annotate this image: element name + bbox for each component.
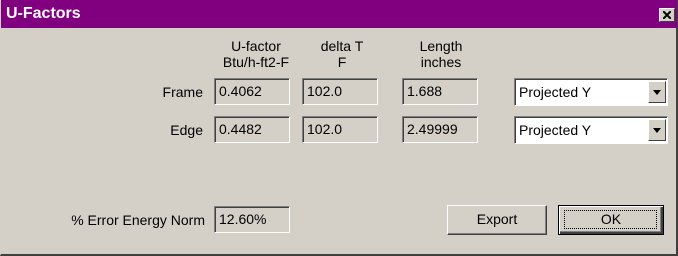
focus-ring	[564, 210, 657, 229]
close-button[interactable]	[659, 8, 675, 22]
edge-projection-select[interactable]: Projected Y	[514, 116, 668, 144]
frame-projection-select[interactable]: Projected Y	[514, 78, 668, 106]
edge-ufactor-field: 0.4482	[214, 116, 290, 143]
edge-projection-value: Projected Y	[519, 122, 592, 138]
error-norm-field: 12.60%	[214, 206, 290, 233]
close-icon	[663, 11, 671, 19]
deltat-header-units: F	[337, 54, 347, 70]
error-norm-label: % Error Energy Norm	[71, 212, 205, 228]
frame-projection-dropdown-button[interactable]	[648, 81, 666, 103]
length-header-line1: Length	[419, 38, 463, 54]
u-factors-dialog: U-Factors U-factor Btu/h-ft2-F delta T F…	[0, 0, 678, 256]
chevron-down-icon	[653, 90, 661, 95]
export-button[interactable]: Export	[447, 205, 547, 235]
deltat-header-line1: delta T	[320, 38, 364, 54]
edge-deltat-field: 102.0	[302, 116, 378, 143]
length-header-units: inches	[420, 54, 462, 70]
frame-row-label: Frame	[162, 84, 203, 100]
chevron-down-icon	[653, 128, 661, 133]
edge-projection-dropdown-button[interactable]	[648, 119, 666, 141]
frame-ufactor-field: 0.4062	[214, 78, 290, 105]
edge-length-field: 2.49999	[402, 116, 478, 143]
frame-projection-value: Projected Y	[519, 84, 592, 100]
frame-deltat-field: 102.0	[302, 78, 378, 105]
ok-button[interactable]: OK	[558, 205, 664, 235]
edge-row-label: Edge	[170, 122, 203, 138]
frame-length-field: 1.688	[402, 78, 478, 105]
window-title: U-Factors	[6, 5, 81, 22]
title-bar[interactable]: U-Factors	[1, 0, 677, 28]
